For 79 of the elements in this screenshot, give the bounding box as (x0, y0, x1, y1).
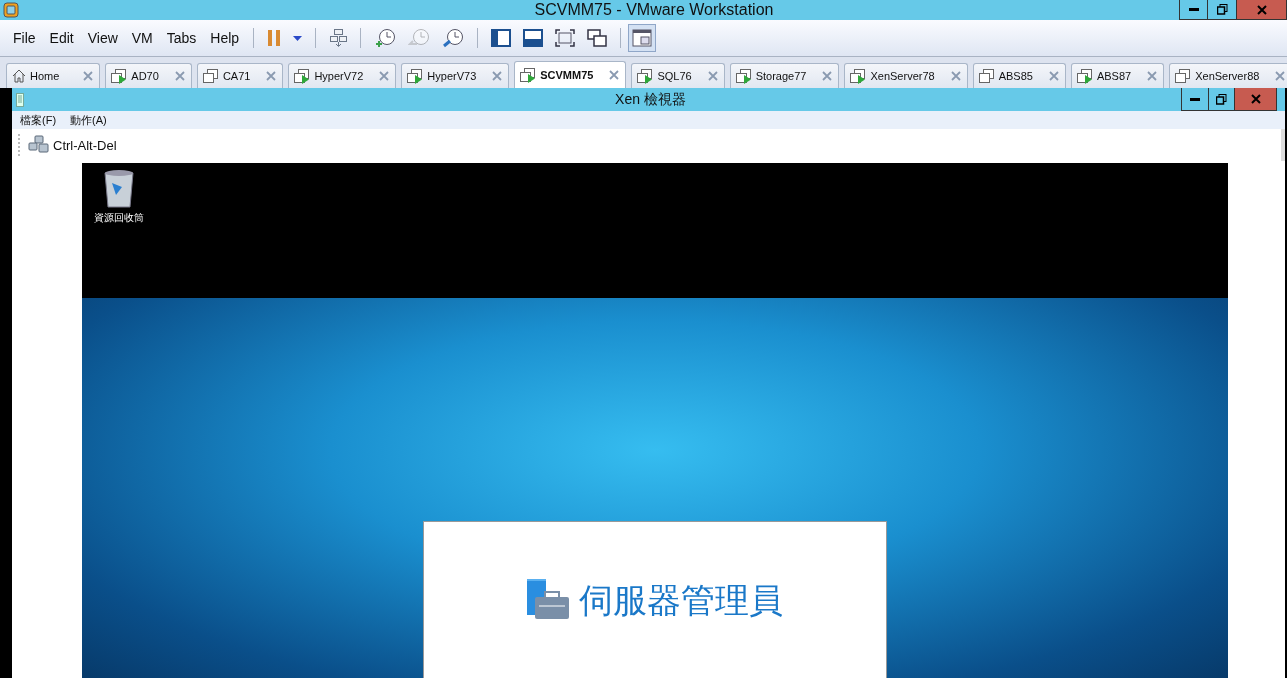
tab-label: CA71 (222, 70, 252, 82)
server-icon (16, 92, 24, 107)
caret-icon (293, 35, 303, 41)
keys-icon (28, 135, 50, 155)
clock-arrow-icon (408, 28, 431, 48)
minimize-icon (1190, 97, 1200, 101)
clock-plus-icon (374, 28, 397, 48)
menu-item[interactable]: File (6, 26, 43, 50)
close-tab-icon[interactable] (492, 71, 503, 81)
tab-label: HyperV72 (314, 70, 365, 82)
menu-item[interactable]: 檔案(F) (16, 112, 61, 128)
menu-item[interactable]: Help (203, 26, 247, 50)
toolbar-button[interactable] (628, 24, 657, 52)
restore-button[interactable] (1209, 88, 1235, 111)
tab-label: ABS85 (998, 70, 1034, 82)
close-tab-icon[interactable] (1048, 71, 1059, 81)
close-button[interactable] (1235, 88, 1277, 111)
close-tab-icon[interactable] (950, 71, 961, 81)
tab-label: SQL76 (657, 70, 693, 82)
restore-icon (1216, 4, 1228, 15)
close-icon (1256, 4, 1267, 15)
trash-bin-icon[interactable] (102, 169, 136, 209)
close-tab-icon[interactable] (266, 71, 277, 81)
close-button[interactable] (1237, 0, 1287, 20)
close-tab-icon[interactable] (1275, 71, 1286, 81)
tab[interactable]: Home (6, 63, 101, 88)
viewer-title: Xen 檢視器 (614, 90, 687, 109)
close-tab-icon[interactable] (822, 71, 833, 81)
tab-label: HyperV73 (427, 70, 478, 82)
tab[interactable]: SCVMM75 (514, 61, 627, 88)
ctrl-alt-del-button[interactable]: Ctrl-Alt-Del (26, 135, 119, 155)
keyboard-keys-icon (329, 28, 348, 48)
tab-label: AD70 (131, 70, 160, 82)
tab[interactable]: ABS85 (972, 63, 1066, 88)
tab[interactable]: XenServer88 (1169, 63, 1287, 88)
close-tab-icon[interactable] (707, 71, 718, 81)
server-toolbox-icon (527, 579, 569, 619)
menu-item[interactable]: 動作(A) (66, 112, 111, 128)
menu-item[interactable]: Edit (42, 26, 81, 50)
restore-button[interactable] (1208, 0, 1237, 20)
tab[interactable]: Storage77 (729, 63, 840, 88)
tab[interactable]: CA71 (196, 63, 284, 88)
tab[interactable]: HyperV73 (401, 63, 510, 88)
close-tab-icon[interactable] (609, 70, 620, 80)
close-tab-icon[interactable] (379, 71, 390, 81)
menu-item[interactable]: VM (124, 26, 160, 50)
sidebar-layout-icon (491, 29, 512, 47)
tab-label: XenServer78 (870, 70, 936, 82)
minimize-button[interactable] (1181, 88, 1209, 111)
menu-item[interactable]: View (80, 26, 125, 50)
menu-item[interactable]: Tabs (159, 26, 204, 50)
close-tab-icon[interactable] (1147, 71, 1158, 81)
pause-icon (267, 29, 282, 47)
close-icon (1250, 94, 1261, 104)
tab[interactable]: ABS87 (1070, 63, 1165, 88)
tab-label: SCVMM75 (540, 69, 595, 81)
desktop-icon-label: 資源回收筒 (94, 211, 144, 225)
app-logo-icon (3, 2, 19, 18)
restore-icon (1216, 93, 1227, 105)
tab[interactable]: SQL76 (631, 63, 725, 88)
minimize-icon (1188, 8, 1199, 11)
minimize-button[interactable] (1179, 0, 1208, 20)
tab[interactable]: AD70 (105, 63, 192, 88)
tab-label: Home (30, 70, 61, 82)
close-tab-icon[interactable] (174, 71, 185, 81)
close-tab-icon[interactable] (83, 71, 94, 81)
clock-wrench-icon (442, 28, 465, 48)
windows-icon (587, 29, 608, 47)
tab-label: XenServer88 (1195, 70, 1261, 82)
tab-label: ABS87 (1096, 70, 1133, 82)
home-icon (12, 69, 26, 83)
tab[interactable]: XenServer78 (844, 63, 968, 88)
bottom-panel-icon (523, 29, 544, 47)
fullscreen-icon (555, 29, 576, 47)
window-title: SCVMM75 - VMware Workstation (533, 1, 775, 19)
tab-label: Storage77 (755, 70, 808, 82)
tab[interactable]: HyperV72 (288, 63, 397, 88)
splash-title: 伺服器管理員 (579, 580, 783, 621)
console-view-icon (632, 29, 653, 47)
